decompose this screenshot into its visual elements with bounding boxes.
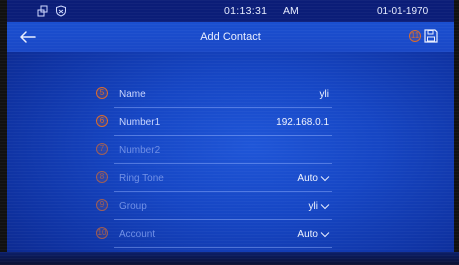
field-callout: 6	[96, 115, 108, 127]
ringtone-label: Ring Tone	[119, 173, 164, 184]
number2-field[interactable]: 7 Number2	[96, 140, 332, 168]
field-underline	[114, 135, 332, 136]
device-screen: 01:13:31 AM 01-01-1970 Add Contact 11 5 …	[0, 0, 459, 265]
group-field[interactable]: 9 Group yli	[96, 196, 332, 224]
page-title: Add Contact	[200, 31, 261, 43]
field-underline	[114, 191, 332, 192]
save-callout: 11	[409, 30, 421, 42]
number1-value[interactable]: 192.168.0.1	[276, 117, 329, 128]
number2-label: Number2	[119, 145, 161, 156]
field-callout: 8	[96, 171, 108, 183]
chevron-down-icon[interactable]	[320, 203, 330, 210]
contact-form: 5 Name yli 6 Number1 192.168.0.1 7 Numbe…	[96, 84, 332, 252]
status-time: 01:13:31	[224, 5, 268, 17]
name-field[interactable]: 5 Name yli	[96, 84, 332, 112]
account-label: Account	[119, 229, 156, 240]
field-underline	[114, 163, 332, 164]
save-button[interactable]	[423, 28, 439, 44]
field-callout: 9	[96, 199, 108, 211]
group-label: Group	[119, 201, 147, 212]
ringtone-field[interactable]: 8 Ring Tone Auto	[96, 168, 332, 196]
field-callout: 5	[96, 87, 108, 99]
number1-label: Number1	[119, 117, 161, 128]
name-value[interactable]: yli	[320, 89, 329, 100]
number1-field[interactable]: 6 Number1 192.168.0.1	[96, 112, 332, 140]
status-date: 01-01-1970	[377, 6, 429, 17]
network-icon	[37, 5, 49, 20]
ringtone-value[interactable]: Auto	[297, 173, 318, 184]
chevron-down-icon[interactable]	[320, 175, 330, 182]
account-value[interactable]: Auto	[297, 229, 318, 240]
shield-icon	[55, 5, 67, 20]
field-callout: 7	[96, 143, 108, 155]
name-label: Name	[119, 89, 146, 100]
bezel-bottom	[0, 252, 459, 265]
bezel-right	[454, 0, 459, 265]
status-ampm: AM	[283, 5, 299, 17]
title-bar: Add Contact 11	[7, 22, 454, 52]
field-underline	[114, 107, 332, 108]
bezel-left	[0, 0, 7, 265]
field-underline	[114, 219, 332, 220]
save-disk-icon	[424, 29, 438, 43]
field-underline	[114, 247, 332, 248]
account-field[interactable]: 10 Account Auto	[96, 224, 332, 252]
status-bar: 01:13:31 AM 01-01-1970	[7, 0, 454, 22]
group-value[interactable]: yli	[309, 201, 318, 212]
field-callout: 10	[96, 227, 108, 239]
chevron-down-icon[interactable]	[320, 231, 330, 238]
